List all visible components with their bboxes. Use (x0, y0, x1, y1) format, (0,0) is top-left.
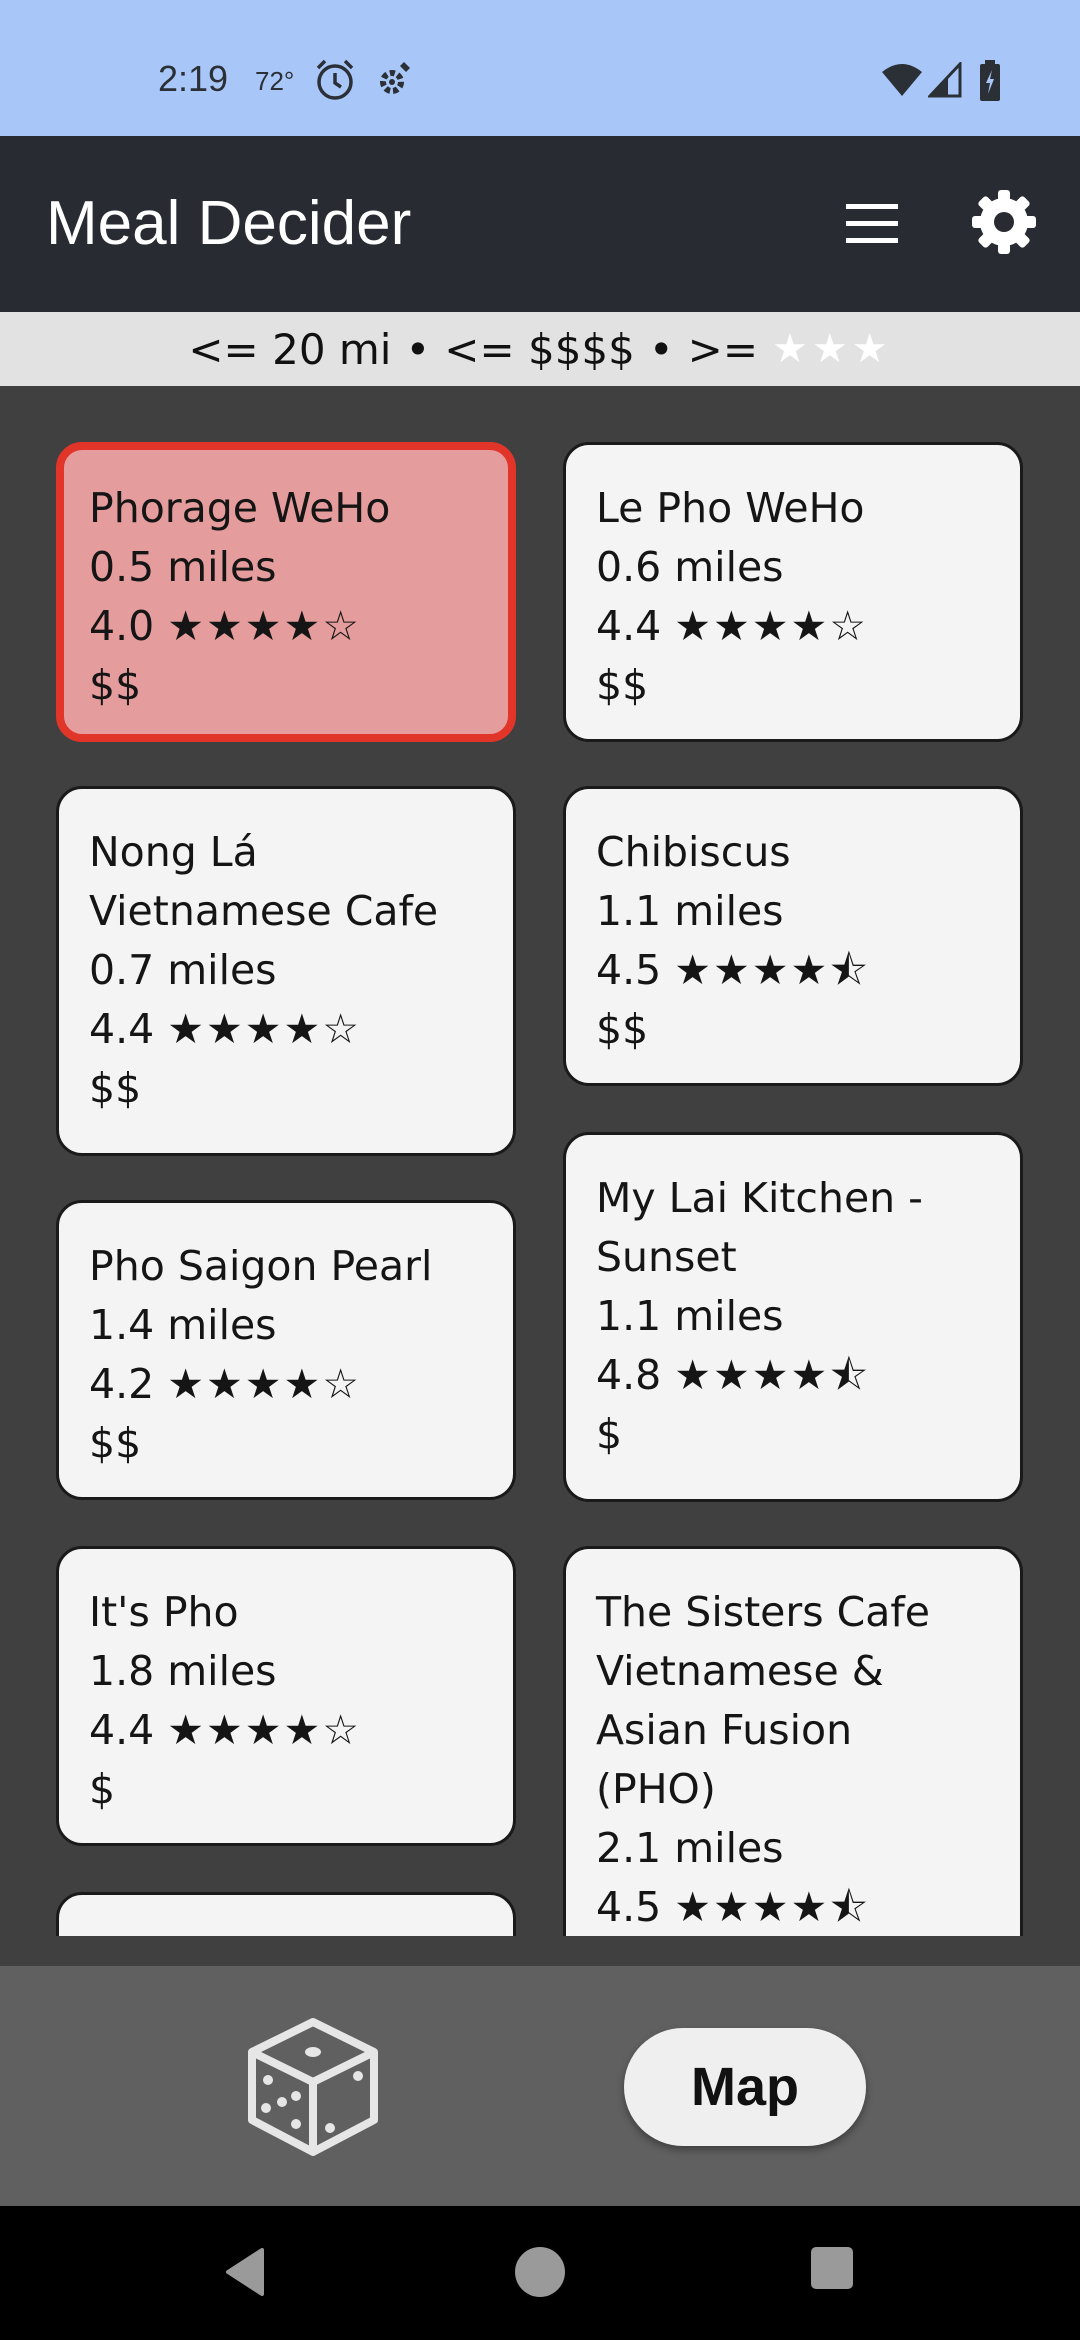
filter-separator: • (648, 324, 674, 374)
rating-stars: ★★★★☆ (167, 1706, 362, 1754)
app-title: Meal Decider (46, 189, 412, 258)
restaurant-card[interactable]: The Sisters Cafe Vietnamese & Asian Fusi… (563, 1546, 1023, 1936)
app-bar: Meal Decider (0, 136, 1080, 312)
location-settings-icon (380, 62, 410, 94)
restaurant-card[interactable]: Pho Saigon Pearl 1.4 miles 4.2 ★★★★☆ $$ (56, 1200, 516, 1500)
restaurant-card[interactable]: Chibiscus 1.1 miles 4.5 ★★★★⯪ $$ (563, 786, 1023, 1086)
wifi-icon (882, 64, 922, 96)
restaurant-name: Nong Lá (89, 828, 258, 876)
price-filter: <= $$$$ (444, 324, 635, 374)
restaurant-name: Chibiscus (596, 828, 791, 876)
rating-value: 4.4 (89, 1005, 155, 1053)
gear-icon[interactable] (968, 186, 1040, 258)
restaurant-name-line: Sunset (596, 1233, 737, 1281)
map-button[interactable]: Map (624, 2028, 866, 2146)
restaurant-name-line: (PHO) (596, 1765, 716, 1813)
rating-value: 4.5 (596, 1883, 662, 1931)
rating-stars: ★★★★☆ (167, 602, 362, 650)
bottom-bar: Map (0, 1966, 1080, 2206)
filter-separator: • (405, 324, 431, 374)
restaurant-name-line: Asian Fusion (596, 1706, 853, 1754)
rating-stars: ★★★★⯪ (674, 946, 871, 994)
restaurant-rating: 4.8 ★★★★⯪ (596, 1346, 1020, 1405)
restaurant-rating: 4.0 ★★★★☆ (89, 597, 508, 656)
restaurant-rating: 4.4 ★★★★☆ (596, 597, 1020, 656)
navigation-bar (0, 2206, 1080, 2340)
status-bar: 2:19 72° (0, 0, 1080, 136)
restaurant-price: $$ (89, 661, 142, 709)
restaurant-card[interactable]: Phorage WeHo 0.5 miles 4.0 ★★★★☆ $$ (56, 442, 516, 742)
restaurant-distance: 0.6 miles (596, 543, 784, 591)
rating-value: 4.4 (89, 1706, 155, 1754)
restaurant-rating: 4.5 ★★★★⯪ (596, 941, 1020, 1000)
rating-value: 4.4 (596, 602, 662, 650)
restaurant-distance: 0.7 miles (89, 946, 277, 994)
restaurant-distance: 2.1 miles (596, 1824, 784, 1872)
restaurant-price: $$ (596, 661, 649, 709)
restaurant-name-line: Vietnamese & (596, 1647, 884, 1695)
restaurant-card[interactable]: It's Pho 1.8 miles 4.4 ★★★★☆ $ (56, 1546, 516, 1846)
restaurant-price: $$ (89, 1064, 142, 1112)
restaurant-price: $$ (596, 1005, 649, 1053)
battery-icon (980, 60, 1000, 101)
rating-stars: ★★★★☆ (167, 1360, 362, 1408)
filter-bar[interactable]: <= 20 mi • <= $$$$ • >= ★★★ (0, 312, 1080, 386)
rating-stars: ★★★★⯪ (674, 1883, 871, 1931)
restaurant-distance: 1.1 miles (596, 1292, 784, 1340)
restaurant-grid[interactable]: Phorage WeHo 0.5 miles 4.0 ★★★★☆ $$ Le P… (0, 386, 1080, 1936)
restaurant-name-line: Vietnamese Cafe (89, 887, 439, 935)
restaurant-name: Le Pho WeHo (596, 484, 865, 532)
status-temperature: 72° (255, 66, 295, 96)
restaurant-rating: 4.4 ★★★★☆ (89, 1000, 513, 1059)
restaurant-card[interactable] (56, 1892, 516, 1936)
restaurant-card[interactable]: My Lai Kitchen - Sunset 1.1 miles 4.8 ★★… (563, 1132, 1023, 1502)
restaurant-distance: 1.8 miles (89, 1647, 277, 1695)
restaurant-distance: 0.5 miles (89, 543, 277, 591)
status-time: 2:19 (158, 58, 229, 99)
restaurant-name: Phorage WeHo (89, 484, 391, 532)
menu-icon[interactable] (840, 196, 904, 252)
restaurant-price: $ (89, 1765, 116, 1813)
rating-filter-prefix: >= (687, 324, 759, 374)
restaurant-name: Pho Saigon Pearl (89, 1242, 433, 1290)
recents-icon[interactable] (810, 2246, 854, 2290)
restaurant-price: $$ (89, 1419, 142, 1467)
restaurant-name: It's Pho (89, 1588, 239, 1636)
restaurant-card[interactable]: Le Pho WeHo 0.6 miles 4.4 ★★★★☆ $$ (563, 442, 1023, 742)
restaurant-rating: 4.5 ★★★★⯪ (596, 1878, 1020, 1936)
rating-value: 4.5 (596, 946, 662, 994)
restaurant-name: The Sisters Cafe (596, 1588, 931, 1636)
rating-stars: ★★★★⯪ (674, 1351, 871, 1399)
signal-icon (928, 62, 962, 98)
rating-stars: ★★★★☆ (674, 602, 869, 650)
restaurant-rating: 4.2 ★★★★☆ (89, 1355, 513, 1414)
rating-stars: ★★★★☆ (167, 1005, 362, 1053)
distance-filter: <= 20 mi (188, 324, 392, 374)
dice-icon[interactable] (246, 2016, 380, 2158)
alarm-icon (316, 59, 354, 100)
rating-value: 4.8 (596, 1351, 662, 1399)
rating-filter-stars: ★★★ (772, 326, 892, 372)
restaurant-rating: 4.4 ★★★★☆ (89, 1701, 513, 1760)
restaurant-price: $ (596, 1410, 623, 1458)
restaurant-card[interactable]: Nong Lá Vietnamese Cafe 0.7 miles 4.4 ★★… (56, 786, 516, 1156)
restaurant-distance: 1.1 miles (596, 887, 784, 935)
home-icon[interactable] (514, 2246, 566, 2298)
rating-value: 4.2 (89, 1360, 155, 1408)
back-icon[interactable] (222, 2246, 270, 2298)
restaurant-distance: 1.4 miles (89, 1301, 277, 1349)
rating-value: 4.0 (89, 602, 155, 650)
restaurant-name: My Lai Kitchen - (596, 1174, 923, 1222)
